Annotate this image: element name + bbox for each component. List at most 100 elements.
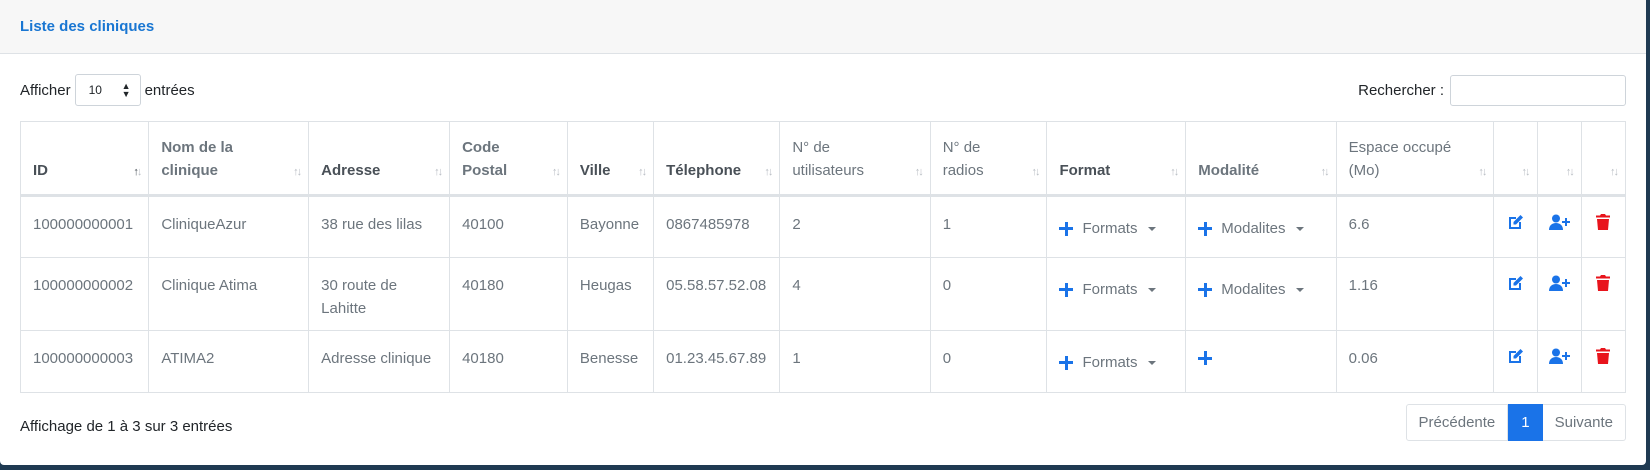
card-header: Liste des cliniques xyxy=(0,0,1646,54)
cell-modality: Modalites xyxy=(1185,195,1337,258)
cell-users: 1 xyxy=(779,330,931,393)
formats-label: Formats xyxy=(1082,220,1138,237)
cell-add-user xyxy=(1536,330,1582,393)
column-header-id[interactable]: ID ↑↓ xyxy=(19,121,150,197)
table-controls: Afficher 10 ▲ ▼ entrées Rechercher : xyxy=(20,74,1626,106)
plus-icon xyxy=(1059,282,1074,297)
cell-add-user xyxy=(1536,195,1582,258)
edit-icon[interactable] xyxy=(1507,275,1524,298)
cell-phone: 0867485978 xyxy=(653,195,781,258)
cell-city: Benesse xyxy=(566,330,655,393)
trash-icon[interactable] xyxy=(1596,348,1611,371)
column-header-phone[interactable]: Télephone ↑↓ xyxy=(653,121,781,197)
search-input[interactable] xyxy=(1450,74,1626,106)
cell-name: Clinique Atima xyxy=(148,257,310,331)
user-plus-icon[interactable] xyxy=(1548,348,1570,371)
caret-down-icon xyxy=(1148,360,1157,365)
cell-format: Formats xyxy=(1046,257,1187,331)
column-header-modality[interactable]: Modalité ↑↓ xyxy=(1185,121,1337,197)
sort-icon: ↑↓ xyxy=(1320,166,1330,178)
column-header-edit[interactable]: ↑↓ xyxy=(1493,121,1538,197)
column-header-format[interactable]: Format ↑↓ xyxy=(1046,121,1187,197)
sort-icon: ↑↓ xyxy=(638,166,647,178)
edit-icon[interactable] xyxy=(1507,348,1524,371)
cell-id: 100000000003 xyxy=(19,330,150,393)
previous-page-button[interactable]: Précédente xyxy=(1405,404,1509,441)
cell-city: Bayonne xyxy=(566,195,655,258)
cell-space: 6.6 xyxy=(1335,195,1495,258)
pagination-info: Affichage de 1 à 3 sur 3 entrées xyxy=(20,418,233,435)
next-page-button[interactable]: Suivante xyxy=(1542,404,1626,441)
cell-modality: Modalites xyxy=(1185,257,1337,331)
cell-postal: 40180 xyxy=(449,257,568,331)
sort-icon: ↑↓ xyxy=(764,166,773,178)
sort-icon: ↑↓ xyxy=(1170,166,1179,178)
column-header-name[interactable]: Nom de la clinique ↑↓ xyxy=(148,121,310,197)
plus-icon xyxy=(1059,221,1074,236)
cell-format: Formats xyxy=(1046,195,1187,258)
formats-label: Formats xyxy=(1082,281,1138,298)
sort-icon: ↑↓ xyxy=(1610,166,1619,178)
plus-icon xyxy=(1198,282,1213,297)
cell-radios: 1 xyxy=(929,195,1048,258)
cell-name: ATIMA2 xyxy=(148,330,310,393)
cell-address: 38 rue des lilas xyxy=(308,195,451,258)
formats-dropdown[interactable]: Formats xyxy=(1059,217,1157,240)
add-modality-button[interactable] xyxy=(1198,351,1213,365)
cell-modality xyxy=(1185,330,1337,393)
cell-edit xyxy=(1493,195,1538,258)
length-label-after: entrées xyxy=(144,81,195,99)
column-header-add-user[interactable]: ↑↓ xyxy=(1536,121,1582,197)
trash-icon[interactable] xyxy=(1596,275,1611,298)
cell-postal: 40180 xyxy=(449,330,568,393)
cell-id: 100000000002 xyxy=(19,257,150,331)
cell-phone: 01.23.45.67.89 xyxy=(653,330,781,393)
table-row: 100000000001 CliniqueAzur 38 rue des lil… xyxy=(19,195,1627,258)
edit-icon[interactable] xyxy=(1507,214,1524,237)
formats-dropdown[interactable]: Formats xyxy=(1059,278,1157,301)
cell-edit xyxy=(1493,257,1538,331)
cell-address: 30 route de Lahitte xyxy=(308,257,451,331)
user-plus-icon[interactable] xyxy=(1548,275,1570,298)
cell-users: 2 xyxy=(779,195,931,258)
column-header-postal[interactable]: Code Postal ↑↓ xyxy=(449,121,568,197)
modalities-dropdown[interactable]: Modalites xyxy=(1198,278,1305,301)
column-header-space[interactable]: Espace occupé (Mo) ↑↓ xyxy=(1335,121,1495,197)
formats-dropdown[interactable]: Formats xyxy=(1059,351,1157,374)
caret-down-icon xyxy=(1296,226,1305,231)
column-header-delete[interactable]: ↑↓ xyxy=(1580,121,1627,197)
trash-icon[interactable] xyxy=(1596,214,1611,237)
modalities-label: Modalites xyxy=(1221,281,1286,298)
modalities-dropdown[interactable]: Modalites xyxy=(1198,217,1305,240)
table-header-row: ID ↑↓ Nom de la clinique ↑↓ Adresse ↑↓ Code… xyxy=(19,121,1627,197)
entries-select[interactable]: 10 ▲ ▼ xyxy=(74,74,141,106)
column-header-users[interactable]: N° de utilisateurs ↑↓ xyxy=(779,121,931,197)
plus-icon xyxy=(1198,351,1213,365)
column-header-radios[interactable]: N° de radios ↑↓ xyxy=(929,121,1048,197)
cell-radios: 0 xyxy=(929,330,1048,393)
cell-city: Heugas xyxy=(566,257,655,331)
cell-space: 1.16 xyxy=(1335,257,1495,331)
search-control: Rechercher : xyxy=(1358,74,1626,106)
page-1-button[interactable]: 1 xyxy=(1508,404,1543,441)
entries-select-value: 10 xyxy=(88,83,102,97)
cell-delete xyxy=(1580,330,1627,393)
pagination: Précédente 1 Suivante xyxy=(1405,404,1626,441)
cell-postal: 40100 xyxy=(449,195,568,258)
cell-delete xyxy=(1580,257,1627,331)
sort-icon: ↑↓ xyxy=(1565,166,1575,178)
sort-icon: ↑↓ xyxy=(434,166,443,178)
table-row: 100000000002 Clinique Atima 30 route de … xyxy=(19,257,1627,331)
column-header-city[interactable]: Ville ↑↓ xyxy=(566,121,655,197)
cell-add-user xyxy=(1536,257,1582,331)
column-header-address[interactable]: Adresse ↑↓ xyxy=(308,121,451,197)
cell-space: 0.06 xyxy=(1335,330,1495,393)
select-arrows-icon: ▲ ▼ xyxy=(121,81,131,99)
clinics-table: ID ↑↓ Nom de la clinique ↑↓ Adresse ↑↓ Code… xyxy=(19,121,1627,393)
user-plus-icon[interactable] xyxy=(1548,214,1570,237)
sort-icon: ↑↓ xyxy=(133,166,142,178)
cell-edit xyxy=(1493,330,1538,393)
cell-delete xyxy=(1580,195,1627,258)
search-label: Rechercher : xyxy=(1358,81,1444,99)
cell-address: Adresse clinique xyxy=(308,330,451,393)
